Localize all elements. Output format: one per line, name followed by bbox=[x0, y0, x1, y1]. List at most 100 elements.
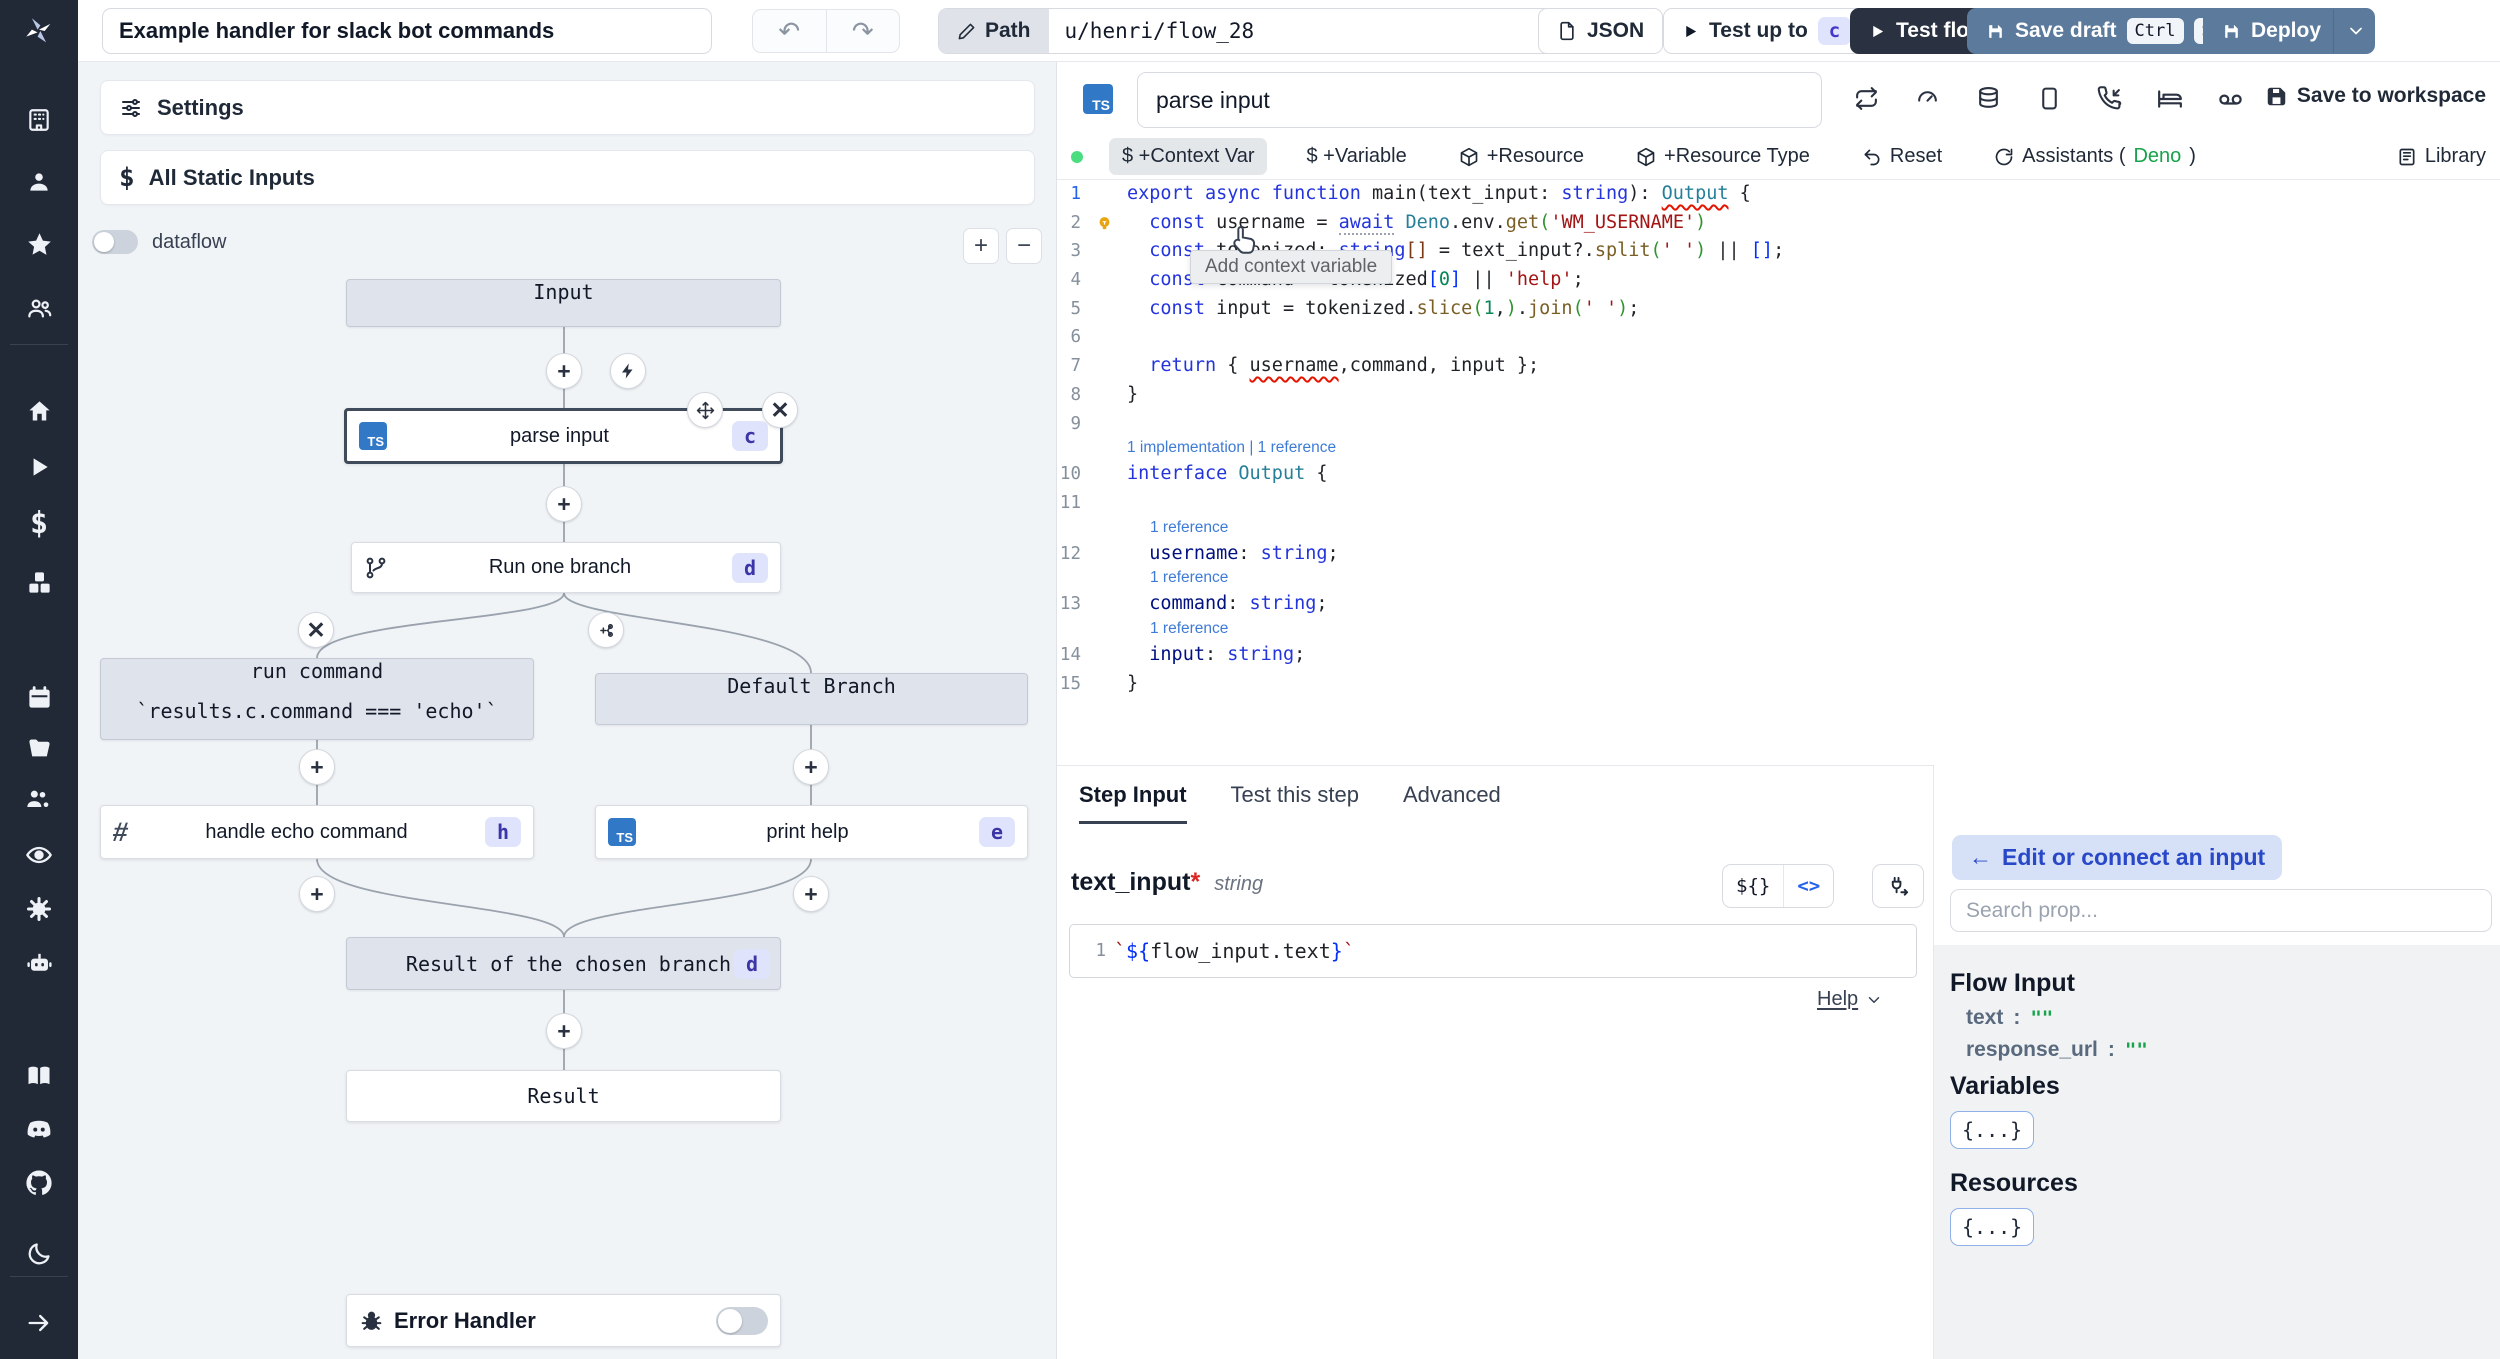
assistants-button[interactable]: Assistants (Deno) bbox=[1981, 138, 2209, 175]
undo-button[interactable]: ↶ bbox=[753, 10, 827, 52]
search-prop-input[interactable]: Search prop... bbox=[1950, 889, 2492, 932]
code-line[interactable]: 13 command: string; bbox=[1057, 590, 2500, 619]
discord-icon[interactable] bbox=[0, 1109, 78, 1149]
step-name-input[interactable]: parse input bbox=[1137, 72, 1822, 128]
insert-step-button[interactable]: + bbox=[299, 749, 335, 785]
codelens[interactable]: 1 reference bbox=[1057, 518, 2500, 540]
code-line[interactable]: 5 const input = tokenized.slice(1,).join… bbox=[1057, 295, 2500, 324]
flow-title-input[interactable]: Example handler for slack bot commands bbox=[102, 8, 712, 54]
code-line[interactable]: 10 interface Output { bbox=[1057, 460, 2500, 489]
edit-or-connect-button[interactable]: ← Edit or connect an input bbox=[1952, 835, 2283, 880]
code-line[interactable]: 11 bbox=[1057, 489, 2500, 518]
code-line[interactable]: 2 const username = await Deno.env.get('W… bbox=[1057, 209, 2500, 238]
folders-icon[interactable] bbox=[0, 728, 78, 768]
path-edit-button[interactable]: Path bbox=[939, 9, 1049, 53]
add-resource-type-button[interactable]: +Resource Type bbox=[1623, 138, 1823, 175]
home-icon[interactable] bbox=[0, 391, 78, 431]
insert-step-button[interactable]: + bbox=[546, 1013, 582, 1049]
node-branch-run-command[interactable]: run command `results.c.command === 'echo… bbox=[100, 658, 534, 740]
smartphone-icon[interactable] bbox=[2037, 86, 2062, 111]
code-line[interactable]: 14 input: string; bbox=[1057, 641, 2500, 670]
code-line[interactable]: 6 bbox=[1057, 323, 2500, 352]
add-variable-button[interactable]: $ +Variable bbox=[1293, 138, 1419, 175]
library-button[interactable]: Library bbox=[2397, 145, 2486, 168]
move-step-button[interactable] bbox=[687, 392, 723, 428]
node-handle-echo-command[interactable]: # handle echo command h bbox=[100, 805, 534, 859]
github-icon[interactable] bbox=[0, 1163, 78, 1203]
dataflow-toggle[interactable] bbox=[92, 230, 138, 254]
add-resource-button[interactable]: +Resource bbox=[1446, 138, 1597, 175]
windmill-logo[interactable] bbox=[0, 0, 78, 62]
code-line[interactable]: 15} bbox=[1057, 670, 2500, 699]
audit-eye-icon[interactable] bbox=[0, 835, 78, 875]
tab-advanced[interactable]: Advanced bbox=[1403, 766, 1501, 824]
connect-input-button[interactable] bbox=[1872, 864, 1924, 908]
tab-test-this-step[interactable]: Test this step bbox=[1231, 766, 1359, 824]
add-context-var-button[interactable]: $ +Context Var bbox=[1109, 138, 1268, 175]
workers-users-gear-icon[interactable] bbox=[0, 780, 78, 820]
code-line[interactable]: 8} bbox=[1057, 381, 2500, 410]
zoom-out-button[interactable]: − bbox=[1006, 228, 1042, 264]
docs-book-icon[interactable] bbox=[0, 1056, 78, 1096]
runs-play-icon[interactable] bbox=[0, 447, 78, 487]
code-mode-button[interactable]: <> bbox=[1783, 865, 1833, 907]
test-up-to-button[interactable]: Test up to c bbox=[1663, 8, 1871, 54]
insert-step-button[interactable]: + bbox=[546, 353, 582, 389]
tab-step-input[interactable]: Step Input bbox=[1079, 766, 1187, 824]
user-icon[interactable] bbox=[0, 162, 78, 202]
deploy-button[interactable]: Deploy bbox=[2203, 8, 2376, 54]
code-line[interactable]: 9 bbox=[1057, 410, 2500, 439]
expand-arrow-icon[interactable] bbox=[0, 1303, 78, 1343]
json-button[interactable]: JSON bbox=[1538, 8, 1664, 54]
repeat-icon[interactable] bbox=[1854, 86, 1879, 111]
favorites-star-icon[interactable] bbox=[0, 224, 78, 264]
error-handler-toggle[interactable] bbox=[716, 1306, 768, 1335]
redo-button[interactable]: ↷ bbox=[827, 10, 900, 52]
path-value-input[interactable]: u/henri/flow_28 bbox=[1049, 9, 1271, 53]
database-icon[interactable] bbox=[1976, 86, 2001, 111]
node-print-help[interactable]: TS print help e bbox=[595, 805, 1028, 859]
remove-branch-button[interactable]: ✕ bbox=[298, 612, 334, 648]
lightbulb-icon[interactable] bbox=[1081, 209, 1127, 238]
chevron-down-icon[interactable] bbox=[2346, 21, 2366, 41]
error-handler-row[interactable]: Error Handler bbox=[346, 1294, 781, 1347]
settings-gear-icon[interactable] bbox=[0, 889, 78, 929]
workspace-icon[interactable] bbox=[0, 100, 78, 140]
trigger-lightning-button[interactable] bbox=[610, 353, 646, 389]
bed-icon[interactable] bbox=[2157, 86, 2183, 112]
node-result[interactable]: Result bbox=[346, 1070, 781, 1122]
schedules-calendar-icon[interactable] bbox=[0, 677, 78, 717]
robot-icon[interactable] bbox=[0, 943, 78, 983]
flow-settings-button[interactable]: Settings bbox=[100, 80, 1035, 135]
insert-step-button[interactable]: + bbox=[546, 486, 582, 522]
voicemail-icon[interactable] bbox=[2217, 86, 2244, 113]
code-line[interactable]: 7 return { username,command, input }; bbox=[1057, 352, 2500, 381]
insert-step-button[interactable]: + bbox=[793, 749, 829, 785]
save-to-workspace-button[interactable]: Save to workspace bbox=[2266, 84, 2486, 108]
prop-row-text[interactable]: text: "" bbox=[1966, 1006, 2500, 1030]
save-draft-button[interactable]: Save draft Ctrl S bbox=[1967, 8, 2239, 54]
variables-json-chip[interactable]: {...} bbox=[1950, 1111, 2035, 1149]
variables-dollar-icon[interactable]: $ bbox=[0, 503, 78, 543]
expression-editor[interactable]: 1 `${flow_input.text}` bbox=[1069, 924, 1917, 978]
code-line[interactable]: 12 username: string; bbox=[1057, 540, 2500, 569]
node-result-chosen-branch[interactable]: Result of the chosen branch d bbox=[346, 937, 781, 990]
static-mode-button[interactable]: ${} bbox=[1723, 865, 1783, 907]
groups-icon[interactable] bbox=[0, 288, 78, 328]
help-link[interactable]: Help bbox=[1817, 988, 1883, 1011]
codelens[interactable]: 1 reference bbox=[1057, 568, 2500, 590]
monaco-editor[interactable]: 1 export async function main(text_input: … bbox=[1057, 180, 2500, 765]
dark-mode-moon-icon[interactable] bbox=[0, 1233, 78, 1273]
codelens[interactable]: 1 reference bbox=[1057, 619, 2500, 641]
reset-button[interactable]: Reset bbox=[1849, 138, 1955, 175]
prop-row-response-url[interactable]: response_url: "" bbox=[1966, 1038, 2500, 1062]
insert-step-button[interactable]: + bbox=[299, 876, 335, 912]
delete-step-button[interactable]: ✕ bbox=[762, 392, 798, 428]
code-line[interactable]: 1 export async function main(text_input: … bbox=[1057, 180, 2500, 209]
gauge-icon[interactable] bbox=[1915, 86, 1940, 111]
phone-incoming-icon[interactable] bbox=[2097, 86, 2122, 111]
node-input[interactable]: Input bbox=[346, 279, 781, 327]
resources-boxes-icon[interactable] bbox=[0, 562, 78, 602]
all-static-inputs-button[interactable]: $ All Static Inputs bbox=[100, 150, 1035, 205]
insert-step-button[interactable]: + bbox=[793, 876, 829, 912]
